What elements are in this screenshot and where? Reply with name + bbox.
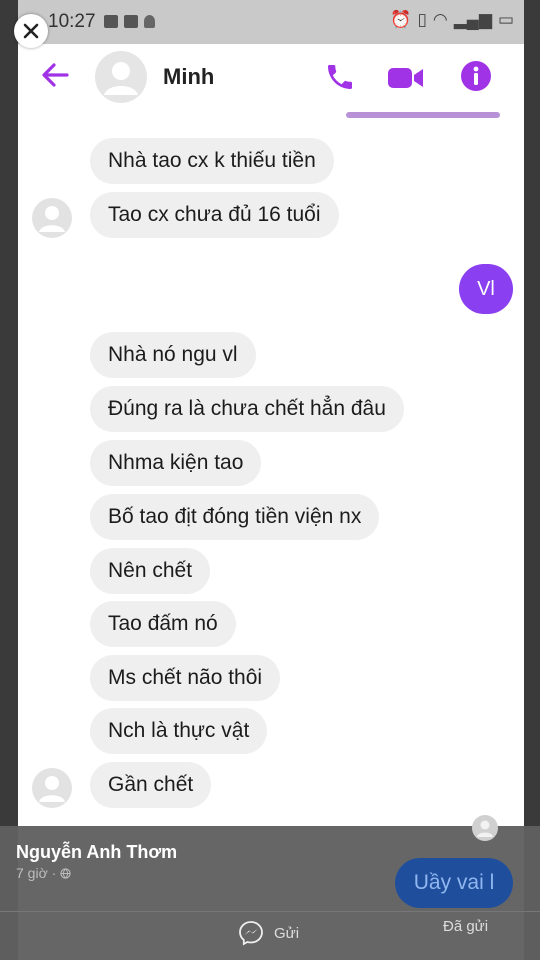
sent-message[interactable]: Vl <box>459 264 513 314</box>
video-camera-icon[interactable] <box>387 65 425 91</box>
received-message[interactable]: Nhà nó ngu vl <box>90 332 256 378</box>
received-message[interactable]: Nch là thực vật <box>90 708 268 754</box>
close-button[interactable] <box>14 14 48 48</box>
wifi-icon: ◠ <box>432 10 448 29</box>
phone-icon[interactable] <box>324 61 356 93</box>
comment-time-text: 7 giờ · <box>16 865 57 881</box>
sender-avatar[interactable] <box>32 198 72 238</box>
alarm-icon: ⏰ <box>390 10 412 29</box>
messenger-icon <box>239 921 263 946</box>
read-receipt-avatar <box>472 815 498 841</box>
received-message[interactable]: Nên chết <box>90 548 211 594</box>
sender-avatar[interactable] <box>32 768 72 808</box>
signal-icon: ▂▄▆ <box>453 10 492 29</box>
previous-message-edge <box>346 112 500 118</box>
close-icon <box>23 23 39 39</box>
notification-icons <box>104 15 155 28</box>
back-arrow-icon[interactable] <box>40 60 70 90</box>
commenter-name[interactable]: Nguyễn Anh Thơm <box>16 842 177 863</box>
globe-icon <box>60 868 71 879</box>
contact-avatar[interactable] <box>95 51 147 103</box>
reply-message[interactable]: Uầy vai l <box>395 858 513 908</box>
received-message[interactable]: Gần chết <box>90 762 212 808</box>
sent-status: Đã gửi <box>443 918 489 935</box>
app-notification-icon <box>124 15 138 28</box>
info-icon[interactable] <box>460 60 492 92</box>
comment-time: 7 giờ · <box>16 865 71 881</box>
overlay-divider <box>0 911 540 912</box>
received-message[interactable]: Ms chết não thôi <box>90 655 281 701</box>
chat-screen: 10:27 ⏰ ▯ ◠ ▂▄▆ ▭ Minh Nhà tao cx k thiế… <box>18 0 524 960</box>
send-label: Gửi <box>274 924 300 942</box>
received-message[interactable]: Đúng ra là chưa chết hẳn đâu <box>90 386 404 432</box>
received-message[interactable]: Tao đấm nó <box>90 601 236 647</box>
received-message[interactable]: Nhma kiện tao <box>90 440 262 486</box>
send-button[interactable]: Gửi <box>238 920 299 946</box>
received-message[interactable]: Tao cx chưa đủ 16 tuổi <box>90 192 339 238</box>
app-notification-icon <box>104 15 118 28</box>
received-message[interactable]: Nhà tao cx k thiếu tiền <box>90 138 334 184</box>
contact-name[interactable]: Minh <box>163 64 214 90</box>
received-message[interactable]: Bố tao địt đóng tiền viện nx <box>90 494 380 540</box>
vibrate-icon: ▯ <box>417 10 427 29</box>
status-time: 10:27 <box>48 11 96 32</box>
chat-header: Minh <box>18 44 524 110</box>
battery-icon: ▭ <box>497 10 514 29</box>
app-notification-icon <box>144 15 155 28</box>
system-icons: ⏰ ▯ ◠ ▂▄▆ ▭ <box>390 10 514 30</box>
status-bar: 10:27 ⏰ ▯ ◠ ▂▄▆ ▭ <box>18 0 524 44</box>
